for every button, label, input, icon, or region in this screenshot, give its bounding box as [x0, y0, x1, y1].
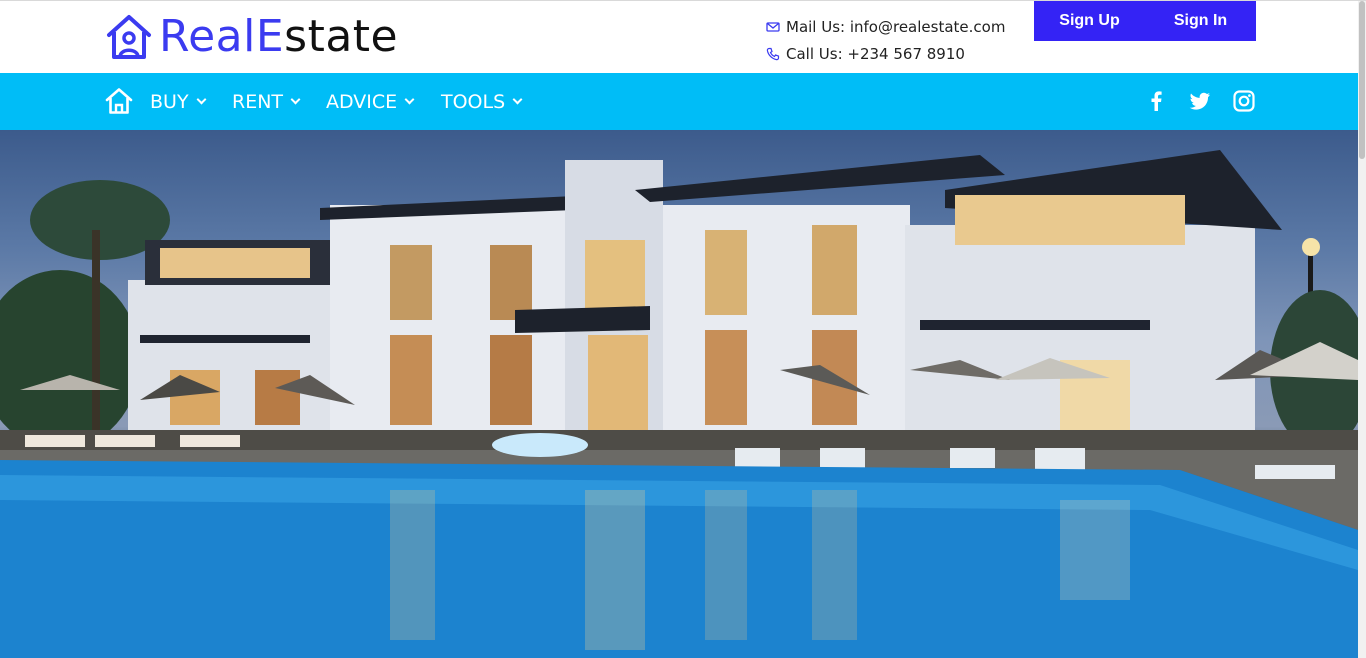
phone-row[interactable]: Call Us: +234 567 8910	[766, 40, 1005, 67]
twitter-icon[interactable]	[1188, 89, 1212, 113]
auth-buttons: Sign Up Sign In	[1034, 1, 1256, 41]
chevron-down-icon	[512, 94, 523, 105]
facebook-icon[interactable]	[1144, 89, 1168, 113]
brand-name: RealEstate	[159, 13, 398, 61]
top-header: RealEstate Mail Us: info@realestate.com …	[0, 1, 1358, 73]
contact-info: Mail Us: info@realestate.com Call Us: +2…	[766, 13, 1005, 67]
signin-button[interactable]: Sign In	[1145, 1, 1256, 41]
nav-rent-label: RENT	[232, 90, 284, 113]
mail-text: Mail Us: info@realestate.com	[786, 17, 1006, 36]
chevron-down-icon	[290, 94, 301, 105]
nav-buy-label: BUY	[150, 90, 189, 113]
phone-icon	[766, 47, 780, 60]
nav-advice-label: ADVICE	[326, 90, 398, 113]
nav-tools[interactable]: TOOLS	[441, 73, 523, 130]
main-nav: BUY RENT ADVICE TOOLS	[0, 73, 1358, 130]
villa-pool-illustration	[0, 150, 1358, 658]
scrollbar-thumb[interactable]	[1359, 1, 1365, 159]
brand-logo[interactable]: RealEstate	[105, 13, 398, 61]
house-logo-icon	[107, 15, 151, 59]
instagram-icon[interactable]	[1232, 89, 1256, 113]
brand-name-part1: RealE	[159, 11, 285, 62]
chevron-down-icon	[196, 94, 207, 105]
mail-icon	[766, 21, 780, 32]
signup-button[interactable]: Sign Up	[1034, 1, 1145, 41]
nav-advice[interactable]: ADVICE	[326, 73, 415, 130]
home-icon[interactable]	[105, 87, 133, 115]
nav-tools-label: TOOLS	[441, 90, 506, 113]
nav-buy[interactable]: BUY	[150, 73, 207, 130]
hero-image	[0, 130, 1358, 658]
brand-name-part2: state	[284, 11, 399, 62]
phone-text: Call Us: +234 567 8910	[786, 44, 965, 63]
chevron-down-icon	[404, 94, 415, 105]
page: RealEstate Mail Us: info@realestate.com …	[0, 0, 1366, 658]
mail-row[interactable]: Mail Us: info@realestate.com	[766, 13, 1005, 40]
nav-rent[interactable]: RENT	[232, 73, 301, 130]
